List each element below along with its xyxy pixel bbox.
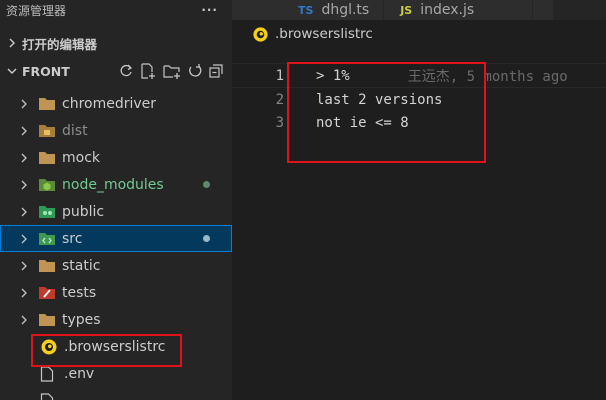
line-number: 2 [275, 91, 284, 108]
explorer-actions [118, 62, 232, 80]
more-actions-icon[interactable]: ··· [201, 3, 218, 17]
tree-item-types[interactable]: types [0, 306, 232, 333]
file-icon [40, 392, 58, 400]
tree-item-label: .env [64, 365, 95, 382]
open-editors-label: 打开的编辑器 [22, 36, 98, 52]
tree-item-label: tests [62, 284, 97, 301]
tab-dhgl-ts[interactable]: TS dhgl.ts [232, 0, 385, 20]
chevron-right-icon [20, 261, 34, 271]
modified-dot [203, 181, 210, 188]
javascript-icon: JS [400, 3, 413, 17]
chevron-right-icon [20, 288, 34, 298]
tree-item-label: static [62, 257, 101, 274]
tree-item-mock[interactable]: mock [0, 144, 232, 171]
chevron-right-icon [20, 153, 34, 163]
folder-icon [38, 150, 56, 166]
tree-item-browserslistrc[interactable]: .browserslistrc [0, 333, 232, 360]
folder-icon [38, 258, 56, 274]
tree-item-node-modules[interactable]: node_modules [0, 171, 232, 198]
folder-node-icon [38, 177, 56, 193]
tree-item-public[interactable]: public [0, 198, 232, 225]
chevron-down-icon [4, 66, 20, 76]
chevron-right-icon [20, 126, 34, 136]
chevron-right-icon [20, 99, 34, 109]
tree-item-label: .browserslistrc [64, 338, 166, 355]
folder-icon [38, 96, 56, 112]
explorer-sidebar: 资源管理器 ··· 打开的编辑器 FRONT chromedriver dist… [0, 0, 232, 400]
modified-dot [203, 235, 210, 242]
browserslist-icon [252, 26, 269, 43]
chevron-right-icon [20, 207, 34, 217]
new-folder-icon[interactable] [162, 62, 182, 80]
git-blame-annotation: 王远杰, 5 months ago [407, 68, 568, 85]
tree-item-partial[interactable] [0, 387, 232, 400]
workspace-section[interactable]: FRONT [0, 59, 232, 83]
chevron-right-icon [4, 38, 20, 48]
breadcrumb[interactable]: .browserslistrc [232, 20, 606, 48]
breadcrumb-file: .browserslistrc [275, 26, 373, 42]
tab-label: dhgl.ts [321, 2, 370, 18]
folder-icon [38, 312, 56, 328]
tree-item-tests[interactable]: tests [0, 279, 232, 306]
tree-item-label: src [62, 230, 83, 247]
refresh-explorer-icon[interactable] [187, 63, 203, 79]
line-number: 1 [275, 67, 284, 84]
new-file-icon[interactable] [139, 62, 157, 80]
refresh-small-icon[interactable] [118, 63, 134, 79]
collapse-all-icon[interactable] [208, 63, 224, 79]
open-editors-section[interactable]: 打开的编辑器 [0, 31, 232, 55]
tree-item-label: dist [62, 122, 88, 139]
browserslist-icon [40, 339, 58, 355]
folder-src-icon [38, 231, 56, 247]
line-number: 3 [275, 114, 284, 131]
tree-item-label: public [62, 203, 105, 220]
tree-item-static[interactable]: static [0, 252, 232, 279]
folder-tests-icon [38, 285, 56, 301]
file-icon [40, 365, 58, 382]
code-line: 3 not ie <= 8 [232, 111, 606, 134]
explorer-header: 资源管理器 ··· [0, 0, 232, 20]
workspace-label: FRONT [22, 63, 70, 79]
tree-item-src[interactable]: src [0, 225, 232, 252]
explorer-title: 资源管理器 [6, 3, 67, 18]
tree-item-label: node_modules [62, 176, 164, 193]
tab-label: index.js [420, 2, 475, 18]
folder-public-icon [38, 204, 56, 220]
code-editor[interactable]: 1 > 1% 王远杰, 5 months ago 2 last 2 versio… [232, 63, 606, 134]
code-text: > 1% [316, 67, 350, 84]
chevron-right-icon [20, 315, 34, 325]
code-text: last 2 versions [316, 91, 443, 108]
tab-index-js[interactable]: JS index.js [384, 0, 534, 20]
tab-partial[interactable] [533, 0, 555, 20]
tree-item-label: types [62, 311, 101, 328]
code-line: 1 > 1% 王远杰, 5 months ago [232, 63, 606, 88]
code-text: not ie <= 8 [316, 114, 409, 131]
tree-item-chromedriver[interactable]: chromedriver [0, 90, 232, 117]
editor-area: TS dhgl.ts JS index.js .browserslistrc 1… [232, 0, 606, 400]
tree-item-dist[interactable]: dist [0, 117, 232, 144]
chevron-right-icon [20, 234, 34, 244]
chevron-right-icon [20, 180, 34, 190]
code-line: 2 last 2 versions [232, 88, 606, 111]
tree-item-label: mock [62, 149, 101, 166]
typescript-icon: TS [298, 3, 314, 17]
folder-dist-icon [38, 123, 56, 139]
tab-bar: TS dhgl.ts JS index.js [232, 0, 606, 20]
file-tree: chromedriver dist mock node_modules publ… [0, 90, 232, 400]
tree-item-label: chromedriver [62, 95, 157, 112]
tree-item-env[interactable]: .env [0, 360, 232, 387]
